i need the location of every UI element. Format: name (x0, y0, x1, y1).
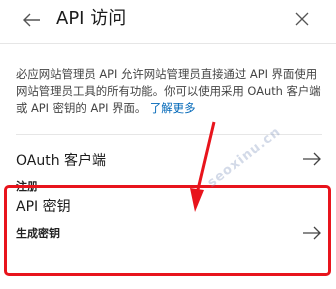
annotation-arrow (190, 121, 216, 212)
